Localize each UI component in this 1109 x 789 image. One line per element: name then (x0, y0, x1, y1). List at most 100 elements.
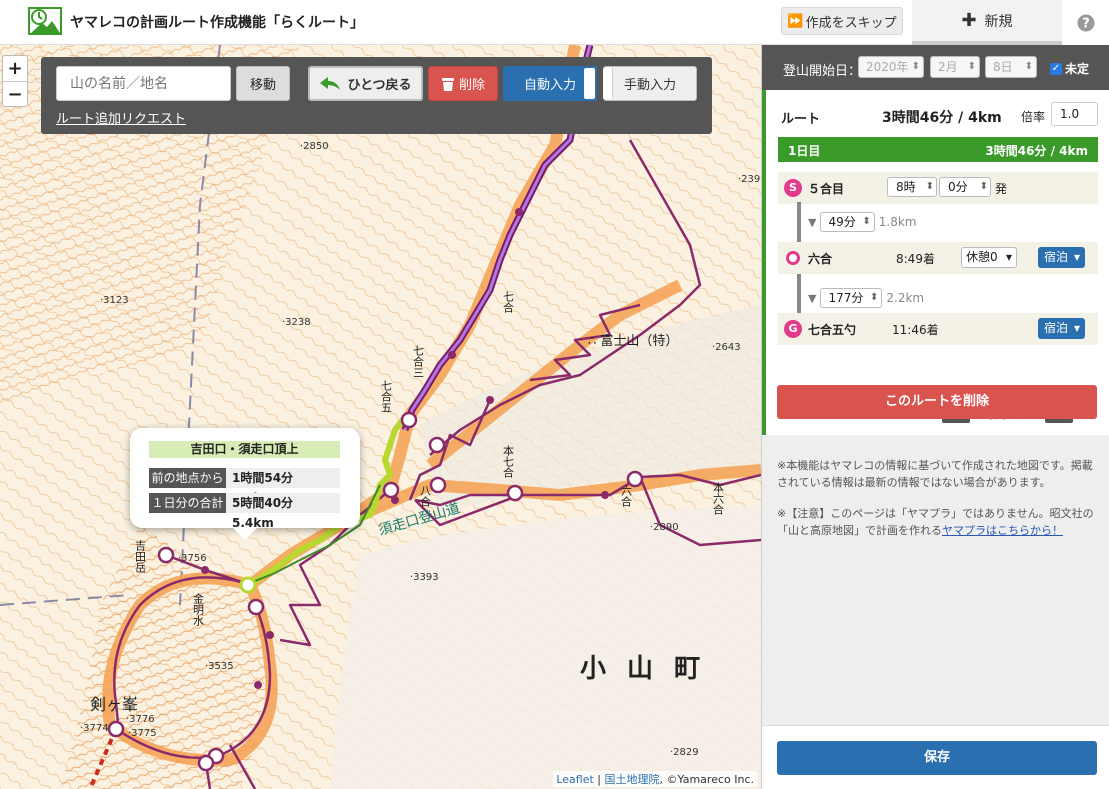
waypoint-name: 七合五勺 (808, 323, 857, 337)
fast-forward-icon: ⏩ (787, 13, 804, 29)
save-bar: 保存 (762, 725, 1109, 789)
elevation-label: ·3238 (282, 317, 311, 328)
mountain-search-input[interactable] (56, 66, 231, 101)
segment-line (797, 274, 801, 314)
undecided-label: 未定 (1065, 62, 1090, 76)
popup-title: 吉田口・須走口頂上 (149, 441, 340, 458)
undo-button[interactable]: ひとつ戻る (308, 66, 423, 101)
down-triangle-icon: ▼ (808, 291, 817, 305)
start-date-label: 登山開始日： (783, 64, 862, 79)
station-label: 本七合 (502, 444, 515, 478)
goal-badge: G (784, 320, 802, 338)
elevation-label: ·2643 (712, 342, 741, 353)
overnight-button[interactable]: 宿泊 (1038, 247, 1085, 268)
station-label: 本六合 (712, 481, 725, 515)
app-title: ヤマレコの計画ルート作成機能「らくルート」 (70, 15, 364, 31)
segment-line (797, 202, 801, 242)
app-header: ヤマレコの計画ルート作成機能「らくルート」 ⏩ 作成をスキップ ✚ 新規 ? (0, 0, 1109, 45)
route-request-link[interactable]: ルート追加リクエスト (56, 108, 186, 127)
elevation-label: ·3123 (100, 295, 129, 306)
popup-row: １日分の合計 5時間40分 5.4km (149, 493, 340, 530)
overnight-button[interactable]: 宿泊 (1038, 318, 1085, 339)
skip-label: 作成をスキップ (805, 15, 897, 31)
station-label: 八合 (419, 485, 432, 507)
auto-input-button[interactable]: 自動入力 (503, 66, 597, 101)
delete-route-button[interactable]: このルートを削除 (777, 385, 1097, 419)
waypoint-ring-icon (786, 251, 800, 265)
elevation-label: ·3393 (410, 572, 439, 583)
waypoint-middle: 六合 8:49着 休憩0 宿泊 (778, 242, 1098, 274)
move-button[interactable]: 移動 (236, 66, 290, 101)
station-label: 金明水 (192, 592, 205, 626)
mt-fuji-label: ∴ 富士山（特） (588, 333, 678, 349)
notes: ※本機能はヤマレコの情報に基づいて作成された地図です。掲載されている情報は最新の… (777, 457, 1099, 539)
skip-button[interactable]: ⏩ 作成をスキップ (781, 7, 903, 35)
waypoint-name: ５合目 (808, 182, 845, 196)
plus-icon: ✚ (961, 10, 977, 31)
rate-label: 倍率 (1021, 110, 1046, 124)
segment-1: ▼ 49分 1.8km (808, 212, 916, 232)
svg-text:?: ? (1082, 16, 1090, 31)
delete-button[interactable]: 削除 (428, 66, 498, 101)
new-route-tab[interactable]: ✚ 新規 (912, 0, 1062, 45)
segment-2: ▼ 177分 2.2km (808, 288, 924, 308)
station-label: 六合 (620, 485, 633, 507)
start-badge: S (784, 179, 802, 197)
elevation-label: ·239 (738, 174, 760, 185)
popup-value: 5時間40分 5.4km (226, 493, 340, 530)
elevation-label: ·2890 (650, 522, 679, 533)
topographic-map[interactable]: 小 山 町 ∴ 富士山（特） 須走口登山道 剣ヶ峯 ·3123·3238·375… (0, 45, 761, 789)
gsi-link[interactable]: 国土地理院 (605, 773, 660, 786)
segment-minutes-select[interactable]: 177分 (820, 288, 883, 308)
new-label: 新規 (984, 13, 1013, 30)
day-select[interactable]: 8日 (985, 56, 1037, 78)
yamapla-link[interactable]: ヤマプラはこちらから！ (942, 524, 1063, 537)
waypoint-start: S ５合目 8時 0分 発 (778, 172, 1098, 204)
town-label: 小 山 町 (580, 654, 706, 684)
yamareco-logo-icon (28, 7, 62, 35)
waypoint-goal: G 七合五勺 11:46着 宿泊 (778, 313, 1098, 345)
popup-value: 1時間54分 1.4km (226, 468, 340, 505)
elevation-label: ·2850 (300, 141, 329, 152)
leaflet-link[interactable]: Leaflet (556, 773, 593, 786)
start-hour-select[interactable]: 8時 (887, 177, 937, 197)
start-date-bar: 登山開始日： 2020年 2月 8日 ✓ 未定 (762, 45, 1109, 90)
waypoint-popup: 吉田口・須走口頂上 前の地点から 1時間54分 1.4km １日分の合計 5時間… (130, 428, 360, 540)
auto-toggle-knob[interactable] (584, 68, 595, 99)
popup-key: 前の地点から (149, 468, 226, 488)
depart-suffix: 発 (995, 182, 1008, 196)
route-total: 3時間46分 / 4km (882, 110, 1002, 126)
save-button[interactable]: 保存 (777, 741, 1097, 775)
note-text: ※【注意】このページは「ヤマプラ」ではありません。昭文社の「山と高原地図」で計画… (777, 505, 1099, 539)
map-view[interactable]: 小 山 町 ∴ 富士山（特） 須走口登山道 剣ヶ峯 ·3123·3238·375… (0, 45, 761, 789)
arrival-time: 11:46着 (892, 323, 939, 337)
manual-toggle-knob[interactable] (603, 68, 613, 99)
rest-select[interactable]: 休憩0 (961, 247, 1017, 268)
station-label: 七合 (502, 291, 515, 313)
zoom-out-button[interactable]: − (3, 81, 27, 106)
undo-arrow-icon (320, 76, 341, 90)
elevation-label: ·3535 (205, 661, 234, 672)
elevation-label: ·3756 (178, 553, 207, 564)
rate-input[interactable]: 1.0 (1051, 102, 1098, 126)
arrival-time: 8:49着 (896, 252, 935, 266)
month-select[interactable]: 2月 (930, 56, 980, 78)
delete-label: 削除 (458, 78, 485, 93)
zoom-control: + − (2, 55, 28, 107)
day-total: 3時間46分 / 4km (985, 144, 1088, 158)
manual-input-button[interactable]: 手動入力 (603, 66, 697, 101)
station-label: 吉田岳 (134, 540, 147, 573)
start-minute-select[interactable]: 0分 (939, 177, 991, 197)
undecided-checkbox[interactable]: ✓ 未定 (1050, 60, 1089, 77)
checkbox-checked-icon: ✓ (1050, 62, 1062, 75)
segment-minutes-select[interactable]: 49分 (820, 212, 875, 232)
trash-icon (441, 77, 454, 91)
help-button[interactable]: ? (1062, 0, 1109, 45)
map-attribution: Leaflet | 国土地理院, ©Yamareco Inc. (553, 771, 757, 787)
segment-distance: 2.2km (886, 291, 925, 305)
year-select[interactable]: 2020年 (858, 56, 924, 78)
elevation-label: ·3776 (126, 714, 155, 725)
question-icon: ? (1077, 14, 1094, 31)
zoom-in-button[interactable]: + (3, 56, 27, 81)
route-panel: 登山開始日： 2020年 2月 8日 ✓ 未定 ルート 3時間46分 / 4km… (761, 45, 1109, 789)
